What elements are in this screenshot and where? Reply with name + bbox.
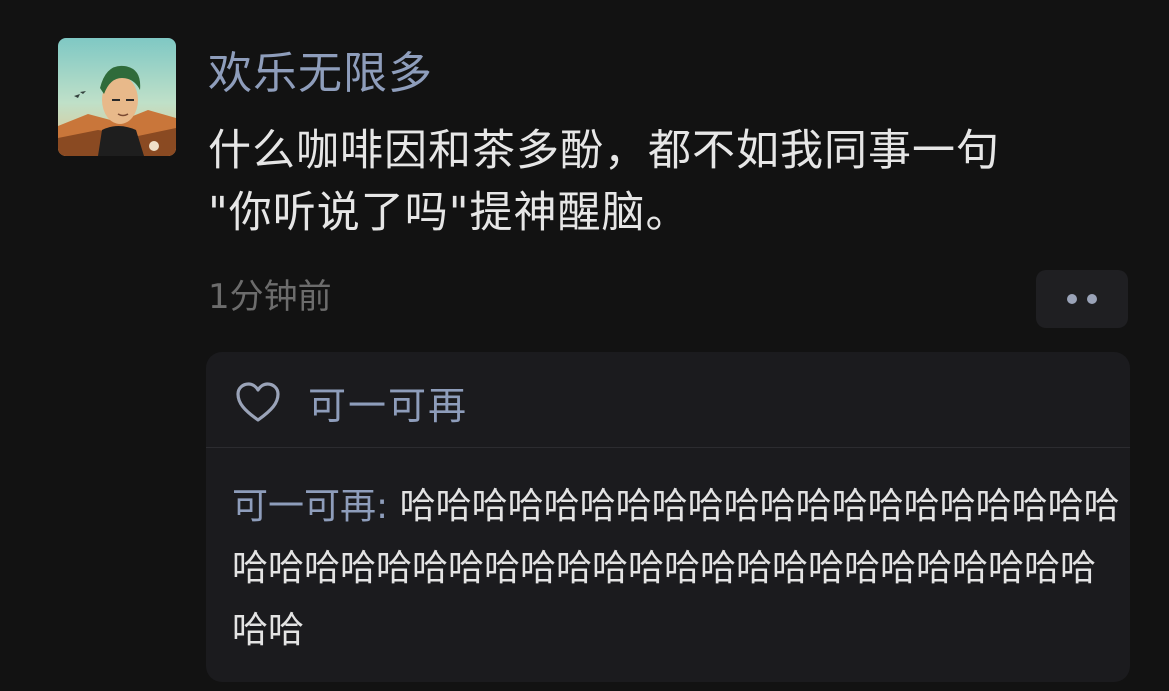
comment[interactable]: 可一可再: 哈哈哈哈哈哈哈哈哈哈哈哈哈哈哈哈哈哈哈哈哈哈哈哈哈哈哈哈哈哈哈哈哈哈… [232, 476, 1124, 662]
anime-character-avatar-icon [58, 38, 176, 156]
liker-name[interactable]: 可一可再 [308, 375, 468, 430]
reply-box: 可一可再 可一可再: 哈哈哈哈哈哈哈哈哈哈哈哈哈哈哈哈哈哈哈哈哈哈哈哈哈哈哈哈哈… [206, 352, 1130, 682]
heart-outline-icon[interactable] [234, 380, 282, 424]
comment-author[interactable]: 可一可再 [232, 486, 376, 527]
more-button[interactable] [1036, 270, 1128, 328]
post-text: 什么咖啡因和茶多酚，都不如我同事一句 "你听说了吗"提神醒脑。 [208, 120, 1128, 244]
post-text-line: 什么咖啡因和茶多酚，都不如我同事一句 [208, 126, 1000, 176]
more-dots-icon [1087, 294, 1097, 304]
divider [206, 447, 1130, 448]
comment-separator: : [376, 486, 400, 527]
avatar[interactable] [58, 38, 176, 156]
like-row: 可一可再 [234, 374, 468, 430]
post-text-line: "你听说了吗"提神醒脑。 [208, 188, 690, 238]
username[interactable]: 欢乐无限多 [208, 44, 433, 104]
more-dots-icon [1067, 294, 1077, 304]
timestamp: 1分钟前 [208, 277, 332, 317]
